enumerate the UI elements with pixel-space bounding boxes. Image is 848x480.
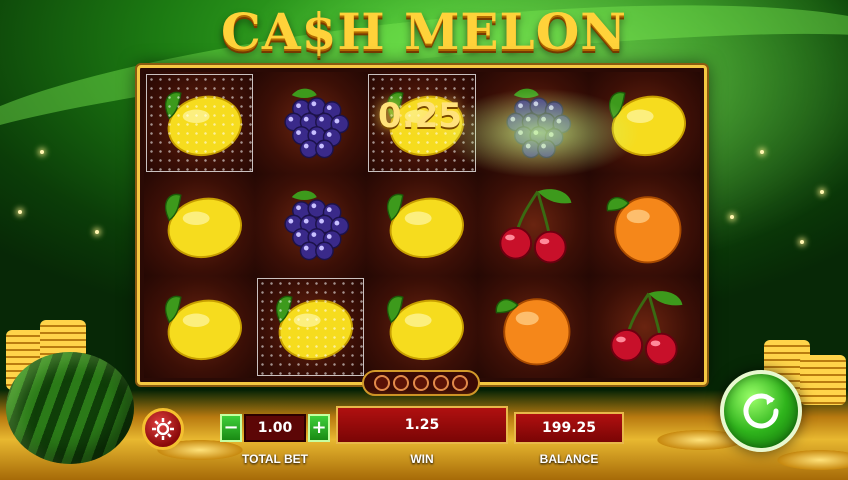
- reel-cell: [255, 72, 367, 174]
- sparkle: [40, 150, 44, 154]
- balance-display: 199.25: [514, 412, 624, 444]
- reel-cell: [144, 174, 256, 276]
- progress-dot: [432, 375, 449, 391]
- watermelon-decoration: [6, 352, 134, 464]
- lemon-symbol-icon: [275, 295, 353, 361]
- reel-cell: [144, 276, 256, 378]
- line-win-amount: 0.25: [378, 96, 462, 136]
- balance-label: BALANCE: [539, 452, 599, 466]
- grapes-symbol-icon: [506, 88, 572, 159]
- sparkle: [18, 210, 22, 214]
- reel-cell: [588, 174, 700, 276]
- game-logo: CA$H MELON: [221, 2, 627, 61]
- sparkle: [730, 215, 734, 219]
- reel-cell: [255, 276, 367, 378]
- sparkle: [820, 190, 824, 194]
- sparkle: [760, 150, 764, 154]
- progress-dot: [452, 375, 469, 391]
- reel-cell: [588, 72, 700, 174]
- win-display: 1.25: [336, 406, 508, 444]
- reel-cell: [255, 174, 367, 276]
- reel-frame: 0.25: [137, 65, 707, 385]
- reel-cell: [144, 72, 256, 174]
- lemon-symbol-icon: [164, 295, 242, 361]
- gear-icon: [152, 418, 174, 440]
- cherries-symbol-icon: [499, 189, 572, 264]
- cherries-symbol-icon: [610, 291, 683, 366]
- total-bet-value: 1.00: [244, 414, 306, 442]
- lemon-symbol-icon: [386, 295, 464, 361]
- reel-cell: [477, 72, 589, 174]
- reel-cell: [366, 174, 478, 276]
- orange-symbol-icon: [495, 298, 571, 366]
- sparkle: [800, 240, 804, 244]
- grapes-symbol-icon: [284, 190, 349, 261]
- lemon-symbol-icon: [609, 91, 687, 157]
- spin-arrow-icon: [743, 393, 779, 429]
- reel-cell: [588, 276, 700, 378]
- spin-button[interactable]: [720, 370, 802, 452]
- settings-button[interactable]: [142, 408, 184, 450]
- increase-bet-button[interactable]: +: [308, 414, 330, 442]
- reel-cell: [477, 276, 589, 378]
- reel-cell: [366, 276, 478, 378]
- lemon-symbol-icon: [164, 91, 242, 157]
- progress-dot: [373, 375, 390, 391]
- win-label: WIN: [410, 452, 434, 466]
- total-bet-label: TOTAL BET: [242, 452, 308, 466]
- total-bet-control: − 1.00 +: [220, 414, 330, 444]
- lemon-symbol-icon: [386, 193, 464, 259]
- coin-stack: [800, 355, 846, 405]
- grapes-symbol-icon: [284, 88, 349, 159]
- decrease-bet-button[interactable]: −: [220, 414, 242, 442]
- sparkle: [95, 230, 99, 234]
- progress-dot: [393, 375, 410, 391]
- progress-dot: [412, 375, 429, 391]
- orange-symbol-icon: [606, 196, 682, 264]
- lemon-symbol-icon: [164, 193, 242, 259]
- reel-cell: [477, 174, 589, 276]
